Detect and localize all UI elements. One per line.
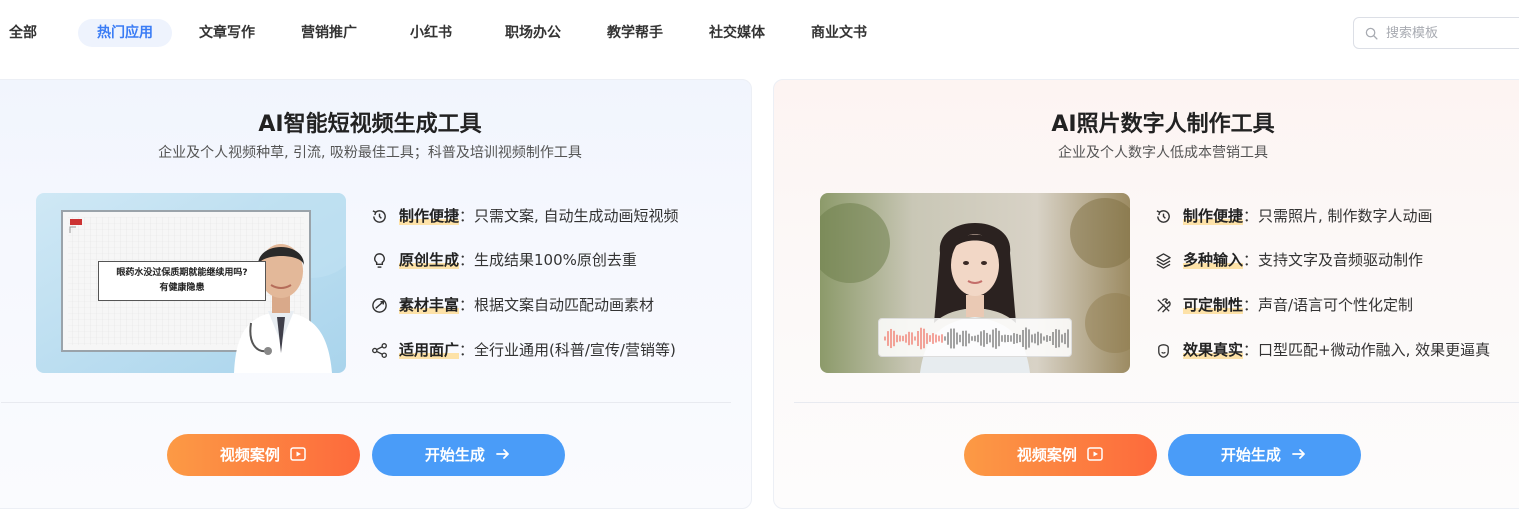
tab-teaching[interactable]: 教学帮手 xyxy=(588,19,682,47)
feature-item: 原创生成 ：生成结果100%原创去重 xyxy=(371,248,741,272)
button-label: 视频案例 xyxy=(1016,446,1077,464)
card-subtitle: 企业及个人视频种草, 引流, 吸粉最佳工具；科普及培训视频制作工具 xyxy=(158,145,582,161)
tab-business-docs[interactable]: 商业文书 xyxy=(792,19,886,47)
card-title: AI智能短视频生成工具 xyxy=(258,112,482,137)
card-divider xyxy=(794,402,1519,403)
video-play-icon xyxy=(1087,447,1103,461)
button-label: 开始生成 xyxy=(1220,446,1281,464)
category-tabbar: 全部 热门应用 文章写作 营销推广 小红书 职场办公 教学帮手 社交媒体 商业文… xyxy=(0,0,1519,66)
share-icon xyxy=(372,343,387,358)
clock-refresh-icon xyxy=(1156,210,1170,223)
tab-office[interactable]: 职场办公 xyxy=(486,19,580,47)
caption-line-2: 有健康隐患 xyxy=(159,283,205,293)
feature-item: 适用面广 ：全行业通用(科普/宣传/营销等) xyxy=(371,338,741,362)
feature-desc: ：根据文案自动匹配动画素材 xyxy=(459,296,655,314)
feature-desc: ：生成结果100%原创去重 xyxy=(459,251,637,269)
feature-key: 效果真实 xyxy=(1183,338,1244,362)
tools-icon xyxy=(1157,298,1171,313)
layers-icon xyxy=(1156,253,1171,269)
tab-social-media[interactable]: 社交媒体 xyxy=(690,19,784,47)
caption-line-1: 眼药水没过保质期就能继续用吗? xyxy=(116,268,248,278)
feature-key: 制作便捷 xyxy=(399,204,460,228)
button-label: 开始生成 xyxy=(424,446,485,464)
video-play-icon xyxy=(290,447,306,461)
tab-marketing[interactable]: 营销推广 xyxy=(282,19,376,47)
search-box[interactable] xyxy=(1353,17,1519,49)
tool-card-short-video: AI智能短视频生成工具 企业及个人视频种草, 引流, 吸粉最佳工具；科普及培训视… xyxy=(0,79,752,509)
card-divider xyxy=(1,402,731,403)
feature-key: 可定制性 xyxy=(1183,293,1244,317)
feature-key: 素材丰富 xyxy=(399,293,460,317)
lightbulb-icon xyxy=(374,253,385,268)
digital-human-preview-image xyxy=(820,193,1130,373)
video-caption-box: 眼药水没过保质期就能继续用吗? 有健康隐患 xyxy=(98,261,266,301)
feature-item: 制作便捷 ：只需照片, 制作数字人动画 xyxy=(1155,204,1519,228)
feature-desc: ：只需文案, 自动生成动画短视频 xyxy=(459,207,679,225)
feature-desc: ：声音/语言可个性化定制 xyxy=(1243,296,1414,314)
tab-all[interactable]: 全部 xyxy=(0,19,46,47)
feature-item: 效果真实 ：口型匹配+微动作融入, 效果更逼真 xyxy=(1155,338,1519,362)
video-cases-button[interactable]: 视频案例 xyxy=(167,434,360,476)
feature-key: 多种输入 xyxy=(1183,248,1244,272)
feature-item: 多种输入 ：支持文字及音频驱动制作 xyxy=(1155,248,1519,272)
video-cases-button[interactable]: 视频案例 xyxy=(964,434,1157,476)
search-input[interactable] xyxy=(1386,18,1516,48)
arrow-right-icon xyxy=(496,449,510,459)
video-preview-image: 眼药水没过保质期就能继续用吗? 有健康隐患 xyxy=(36,193,346,373)
button-label: 视频案例 xyxy=(219,446,280,464)
feature-item: 制作便捷 ：只需文案, 自动生成动画短视频 xyxy=(371,204,741,228)
feature-desc: ：支持文字及音频驱动制作 xyxy=(1243,251,1424,269)
feature-item: 可定制性 ：声音/语言可个性化定制 xyxy=(1155,293,1519,317)
clock-refresh-icon xyxy=(372,210,386,223)
tab-hot-apps[interactable]: 热门应用 xyxy=(78,19,172,47)
tool-card-digital-human: AI照片数字人制作工具 企业及个人数字人低成本营销工具 制作便捷 ：只需照片, … xyxy=(773,79,1519,509)
feature-key: 适用面广 xyxy=(399,338,460,362)
arrow-right-icon xyxy=(1292,449,1306,459)
feature-desc: ：口型匹配+微动作融入, 效果更逼真 xyxy=(1243,341,1491,359)
tab-article-writing[interactable]: 文章写作 xyxy=(180,19,274,47)
feature-desc: ：只需照片, 制作数字人动画 xyxy=(1243,207,1433,225)
tab-xiaohongshu[interactable]: 小红书 xyxy=(390,19,472,47)
feature-key: 原创生成 xyxy=(399,248,460,272)
search-icon xyxy=(1365,27,1378,40)
audio-waveform xyxy=(878,318,1072,357)
face-icon xyxy=(1158,344,1169,358)
card-subtitle: 企业及个人数字人低成本营销工具 xyxy=(1058,145,1268,161)
shuffle-icon xyxy=(372,298,387,313)
start-generate-button[interactable]: 开始生成 xyxy=(1168,434,1361,476)
feature-desc: ：全行业通用(科普/宣传/营销等) xyxy=(459,341,676,359)
card-title: AI照片数字人制作工具 xyxy=(1051,112,1275,137)
start-generate-button[interactable]: 开始生成 xyxy=(372,434,565,476)
feature-key: 制作便捷 xyxy=(1183,204,1244,228)
feature-item: 素材丰富 ：根据文案自动匹配动画素材 xyxy=(371,293,741,317)
